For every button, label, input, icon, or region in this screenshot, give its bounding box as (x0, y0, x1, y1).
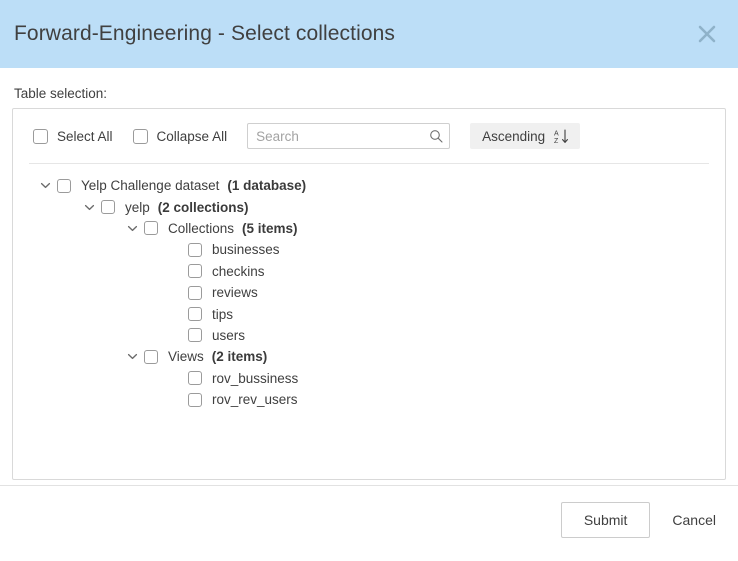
select-all-checkbox-box[interactable] (33, 128, 48, 144)
tree-node-label: rov_bussiness (212, 370, 299, 386)
selection-toolbar: Select All Collapse All Ascending (13, 109, 725, 163)
tree-node-label: checkins (212, 263, 265, 279)
tree-node-checkbox[interactable] (188, 392, 202, 407)
cancel-button[interactable]: Cancel (664, 503, 724, 537)
tree-node-checkbox[interactable] (188, 371, 202, 386)
sort-ascending-icon: A Z (554, 128, 569, 144)
tree-node-label: tips (212, 306, 234, 322)
tree-node-reviews[interactable]: reviews (13, 282, 725, 303)
search-field[interactable] (247, 123, 451, 149)
tree-node-users[interactable]: users (13, 325, 725, 346)
chevron-down-icon[interactable] (124, 220, 140, 236)
tree-node-label: businesses (212, 242, 280, 258)
tree-node-count: (2 collections) (157, 199, 249, 215)
tree-node-checkbox[interactable] (57, 178, 71, 193)
tree-node-checkbox[interactable] (101, 200, 115, 215)
tree-node-count: (2 items) (211, 349, 268, 365)
collapse-all-checkbox[interactable]: Collapse All (132, 128, 228, 144)
collapse-all-label: Collapse All (156, 128, 228, 144)
select-all-checkbox[interactable]: Select All (33, 128, 113, 144)
tree-node-count: (5 items) (242, 220, 298, 236)
tree-node-collections[interactable]: Collections (5 items) (13, 218, 725, 239)
dialog-footer: Submit Cancel (0, 486, 738, 538)
tree-node-count: (1 database) (227, 178, 307, 194)
tree-node-checkbox[interactable] (188, 307, 202, 322)
tree-node-businesses[interactable]: businesses (13, 239, 725, 260)
tree-node-label: Views (168, 349, 204, 365)
chevron-down-icon[interactable] (124, 349, 140, 365)
table-selection-label: Table selection: (14, 86, 108, 101)
tree-node-checkbox[interactable] (188, 285, 202, 300)
close-icon (696, 23, 718, 45)
dialog-body: Table selection: Select All Collapse All (0, 68, 738, 480)
tree-node-label: users (212, 327, 246, 343)
sort-order-button[interactable]: Ascending A Z (470, 123, 581, 149)
tree-node-checkbox[interactable] (144, 221, 158, 236)
tree-node-label: reviews (212, 285, 258, 301)
tree-node-label: Yelp Challenge dataset (81, 178, 220, 194)
tree-node-label: yelp (125, 199, 150, 215)
tree-node-label: Collections (168, 220, 235, 236)
tree-node-rov-bussiness[interactable]: rov_bussiness (13, 368, 725, 389)
collapse-all-checkbox-box[interactable] (132, 128, 148, 144)
sort-order-label: Ascending (482, 128, 546, 144)
chevron-down-icon[interactable] (81, 199, 97, 215)
tree-node-checkins[interactable]: checkins (13, 261, 725, 282)
search-input[interactable] (247, 123, 451, 149)
tree-node-rov-rev-users[interactable]: rov_rev_users (13, 389, 725, 410)
tree-node-yelp-challenge-dataset[interactable]: Yelp Challenge dataset (1 database) (13, 175, 725, 196)
chevron-down-icon[interactable] (37, 178, 53, 194)
collections-tree: Yelp Challenge dataset (1 database) yelp (2… (13, 164, 725, 410)
tree-node-checkbox[interactable] (144, 349, 158, 364)
close-button[interactable] (692, 19, 722, 49)
svg-text:Z: Z (554, 138, 559, 144)
tree-node-views[interactable]: Views (2 items) (13, 346, 725, 367)
tree-node-tips[interactable]: tips (13, 303, 725, 324)
submit-button[interactable]: Submit (560, 502, 651, 538)
select-all-label: Select All (57, 128, 113, 144)
dialog-header: Forward-Engineering - Select collections (0, 0, 738, 68)
selection-panel: Select All Collapse All Ascending (12, 108, 726, 480)
tree-node-checkbox[interactable] (188, 264, 202, 279)
tree-node-checkbox[interactable] (188, 242, 202, 257)
svg-text:A: A (554, 130, 559, 137)
tree-node-checkbox[interactable] (188, 328, 202, 343)
dialog-title: Forward-Engineering - Select collections (14, 22, 396, 45)
tree-node-yelp[interactable]: yelp (2 collections) (13, 196, 725, 217)
tree-node-label: rov_rev_users (212, 392, 298, 408)
